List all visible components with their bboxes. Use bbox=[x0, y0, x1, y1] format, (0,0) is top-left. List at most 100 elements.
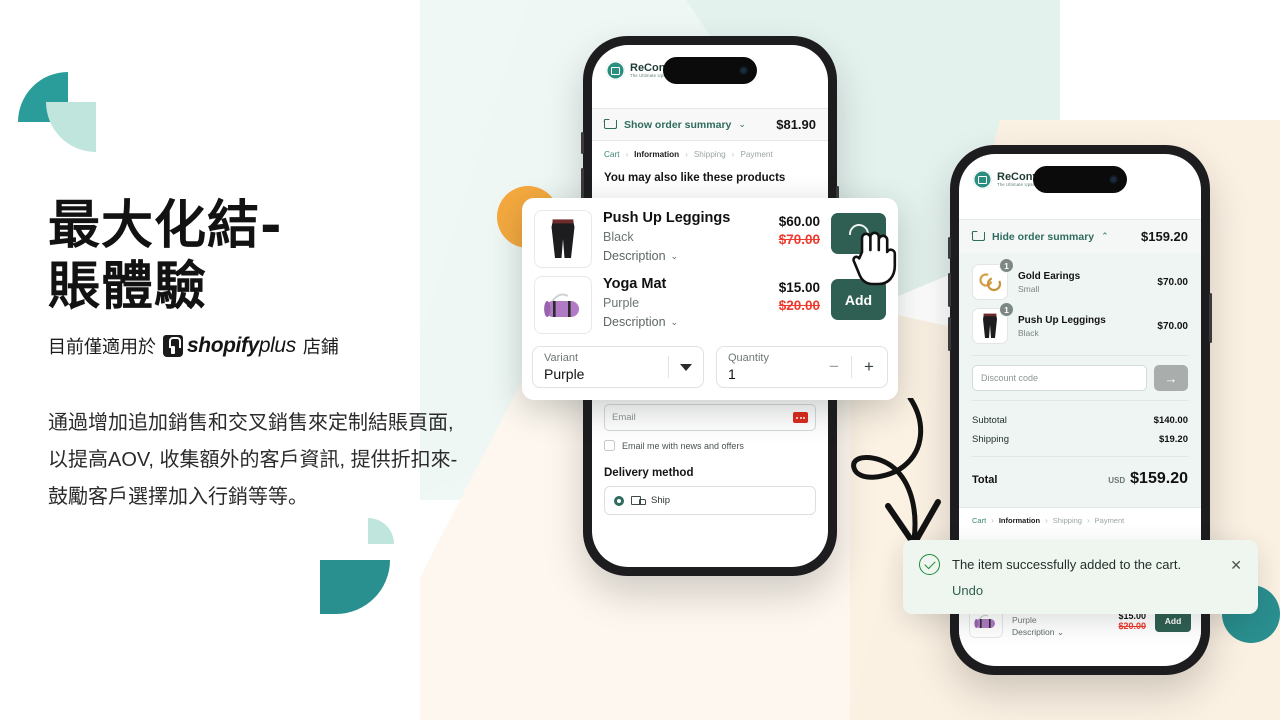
upsell-price: $60.00 bbox=[778, 214, 820, 229]
front-camera-icon bbox=[1109, 175, 1118, 184]
upsell-description-toggle[interactable]: Description ⌄ bbox=[603, 315, 747, 329]
product-thumbnail-yoga-mat bbox=[534, 276, 592, 334]
upsell-product-name: Yoga Mat bbox=[603, 276, 667, 292]
grand-total-value: $159.20 bbox=[1130, 470, 1188, 487]
breadcrumb-item-payment[interactable]: Payment bbox=[740, 150, 772, 159]
breadcrumb-item-cart[interactable]: Cart bbox=[972, 516, 986, 525]
order-items-list: 1 Gold Earings Small $70.00 1 Push Up Le… bbox=[959, 253, 1201, 507]
chevron-down-icon bbox=[680, 363, 692, 371]
hide-order-summary-toggle[interactable]: Hide order summary ⌃ $159.20 bbox=[959, 219, 1201, 253]
order-item-name: Push Up Leggings bbox=[1018, 314, 1106, 326]
discount-code-row: Discount code → bbox=[972, 363, 1188, 391]
password-manager-icon[interactable] bbox=[793, 412, 808, 423]
grand-total-label: Total bbox=[972, 474, 998, 486]
arrow-right-icon: → bbox=[1164, 370, 1178, 386]
variant-label: Variant bbox=[544, 352, 579, 365]
cart-icon bbox=[972, 231, 985, 243]
upsell-row-push-up-leggings: Push Up Leggings Black Description ⌄ $60… bbox=[532, 208, 888, 274]
divider bbox=[972, 355, 1188, 356]
order-summary-toggle[interactable]: Show order summary ⌄ $81.90 bbox=[592, 108, 828, 141]
chevron-down-icon: ⌄ bbox=[738, 119, 746, 129]
availability-note: 目前僅適用於 shopifyplus 店鋪 bbox=[48, 333, 478, 359]
order-item-name: Gold Earings bbox=[1018, 270, 1081, 282]
description-label: Description bbox=[603, 315, 666, 330]
breadcrumb: Cart › Information › Shipping › Payment bbox=[959, 507, 1201, 533]
grand-total-row: Total USD $159.20 bbox=[972, 464, 1188, 498]
quantity-label: Quantity bbox=[728, 352, 769, 365]
radio-selected-icon[interactable] bbox=[614, 495, 624, 506]
quantity-badge: 1 bbox=[999, 302, 1014, 317]
order-total-amount: $159.20 bbox=[1141, 229, 1188, 244]
reconvert-logo-icon bbox=[606, 61, 625, 80]
divider bbox=[668, 356, 669, 378]
upsell-compare-price: $20.00 bbox=[1118, 620, 1146, 631]
breadcrumb-item-payment[interactable]: Payment bbox=[1095, 516, 1125, 525]
undo-link[interactable]: Undo bbox=[952, 583, 1242, 598]
total-row-subtotal: Subtotal $140.00 bbox=[972, 411, 1188, 430]
shopify-wordmark: shopifyplus bbox=[187, 333, 296, 357]
divider bbox=[972, 400, 1188, 401]
divider bbox=[851, 356, 852, 378]
hide-summary-label: Hide order summary bbox=[992, 230, 1095, 243]
breadcrumb-separator-icon: › bbox=[1045, 516, 1048, 525]
breadcrumb-separator-icon: › bbox=[991, 516, 994, 525]
order-item-price: $70.00 bbox=[1157, 320, 1188, 332]
news-offers-checkbox-row[interactable]: Email me with news and offers bbox=[604, 440, 816, 451]
upsell-product-variant: Purple bbox=[1012, 615, 1037, 625]
ship-label: Ship bbox=[651, 495, 671, 506]
breadcrumb-item-cart[interactable]: Cart bbox=[604, 150, 619, 159]
email-placeholder: Email bbox=[612, 412, 636, 423]
page-title: 最大化結- 賬體驗 bbox=[48, 196, 283, 318]
reconvert-logo-icon bbox=[973, 170, 992, 189]
discount-code-input[interactable]: Discount code bbox=[972, 365, 1147, 391]
subtotal-value: $140.00 bbox=[1153, 415, 1188, 426]
close-icon[interactable]: ✕ bbox=[1230, 558, 1242, 572]
upsell-description-toggle[interactable]: Description ⌄ bbox=[603, 249, 747, 263]
check-circle-icon bbox=[919, 554, 940, 575]
delivery-option-ship[interactable]: Ship bbox=[604, 486, 816, 515]
curved-arrow-annotation bbox=[851, 398, 941, 547]
success-toast: The item successfully added to the cart.… bbox=[903, 540, 1258, 614]
breadcrumb-item-information[interactable]: Information bbox=[999, 516, 1040, 525]
shipping-label: Shipping bbox=[972, 434, 1009, 445]
dynamic-island bbox=[1033, 166, 1127, 193]
variant-select[interactable]: Variant Purple bbox=[532, 346, 704, 388]
total-row-shipping: Shipping $19.20 bbox=[972, 430, 1188, 449]
upsell-product-variant: Purple bbox=[603, 296, 640, 311]
quantity-decrease-button[interactable]: − bbox=[827, 357, 841, 377]
upsell-price: $15.00 bbox=[778, 280, 820, 295]
breadcrumb-separator-icon: › bbox=[1086, 516, 1090, 525]
breadcrumb-separator-icon: › bbox=[731, 150, 735, 159]
breadcrumb-item-information[interactable]: Information bbox=[634, 150, 679, 159]
quantity-increase-button[interactable]: + bbox=[862, 357, 876, 377]
dynamic-island bbox=[663, 57, 757, 84]
order-item-variant: Black bbox=[1018, 327, 1039, 338]
quantity-stepper[interactable]: Quantity 1 − + bbox=[716, 346, 888, 388]
upsell-compare-price: $70.00 bbox=[778, 232, 820, 247]
upsell-product-variant: Black bbox=[603, 230, 634, 245]
checkbox-icon[interactable] bbox=[604, 440, 615, 451]
list-item: 1 Push Up Leggings Black $70.00 bbox=[972, 302, 1188, 348]
cart-icon bbox=[604, 119, 617, 131]
subtotal-label: Subtotal bbox=[972, 415, 1007, 426]
list-item: 1 Gold Earings Small $70.00 bbox=[972, 258, 1188, 304]
apply-discount-button[interactable]: → bbox=[1154, 365, 1188, 391]
news-offers-label: Email me with news and offers bbox=[622, 440, 744, 451]
quantity-badge: 1 bbox=[999, 258, 1014, 273]
variant-value: Purple bbox=[544, 365, 585, 382]
shopify-plus-logo: shopifyplus bbox=[163, 334, 296, 358]
product-thumbnail-push-up-leggings bbox=[534, 210, 592, 268]
email-field[interactable]: Email bbox=[604, 404, 816, 431]
discount-placeholder: Discount code bbox=[981, 373, 1039, 383]
availability-prefix: 目前僅適用於 bbox=[48, 336, 156, 357]
breadcrumb-item-shipping[interactable]: Shipping bbox=[1053, 516, 1082, 525]
truck-icon bbox=[631, 496, 646, 505]
upsell-description-toggle[interactable]: Description ⌄ bbox=[1012, 627, 1064, 638]
upsell-row-yoga-mat: Yoga Mat Purple Description ⌄ $15.00 $20… bbox=[532, 274, 888, 340]
order-summary-label: Show order summary bbox=[624, 118, 732, 131]
currency-code: USD bbox=[1108, 476, 1126, 485]
breadcrumb-item-shipping[interactable]: Shipping bbox=[694, 150, 726, 159]
toast-message: The item successfully added to the cart. bbox=[952, 557, 1182, 572]
upsell-product-name: Push Up Leggings bbox=[603, 210, 731, 226]
chevron-down-icon: ⌄ bbox=[670, 250, 679, 261]
